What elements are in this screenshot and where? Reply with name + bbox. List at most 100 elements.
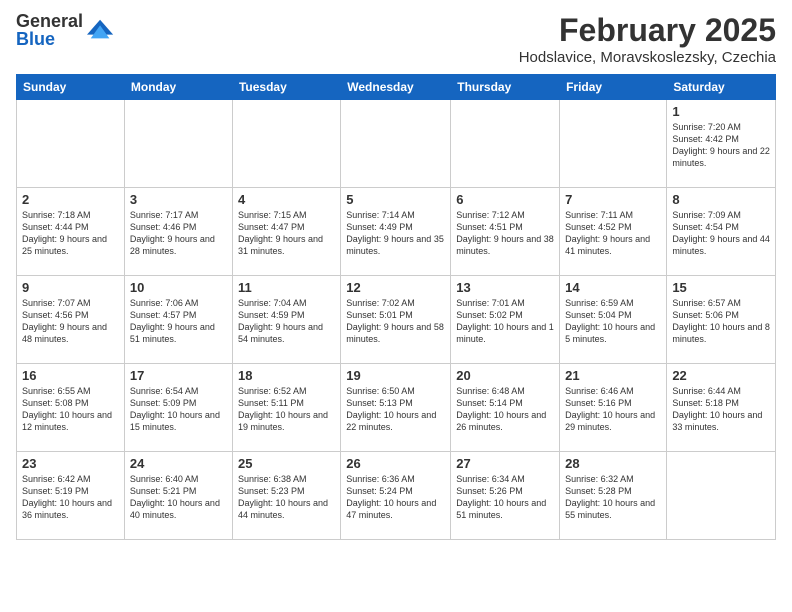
day-content: Sunrise: 6:46 AM Sunset: 5:16 PM Dayligh… bbox=[565, 385, 661, 434]
header: General Blue February 2025 Hodslavice, M… bbox=[16, 12, 776, 66]
table-row: 5 Sunrise: 7:14 AM Sunset: 4:49 PM Daylig… bbox=[341, 188, 451, 276]
day-number: 19 bbox=[346, 368, 445, 383]
logo: General Blue bbox=[16, 12, 115, 48]
day-content: Sunrise: 6:34 AM Sunset: 5:26 PM Dayligh… bbox=[456, 473, 554, 522]
day-content: Sunrise: 6:42 AM Sunset: 5:19 PM Dayligh… bbox=[22, 473, 119, 522]
day-content: Sunrise: 6:57 AM Sunset: 5:06 PM Dayligh… bbox=[672, 297, 770, 346]
day-number: 1 bbox=[672, 104, 770, 119]
table-row: 1 Sunrise: 7:20 AM Sunset: 4:42 PM Daylig… bbox=[667, 100, 776, 188]
calendar-week-row: 1 Sunrise: 7:20 AM Sunset: 4:42 PM Daylig… bbox=[17, 100, 776, 188]
table-row: 23 Sunrise: 6:42 AM Sunset: 5:19 PM Dayli… bbox=[17, 452, 125, 540]
logo-blue: Blue bbox=[16, 30, 83, 48]
calendar-body: 1 Sunrise: 7:20 AM Sunset: 4:42 PM Daylig… bbox=[17, 100, 776, 540]
day-number: 24 bbox=[130, 456, 227, 471]
day-content: Sunrise: 7:04 AM Sunset: 4:59 PM Dayligh… bbox=[238, 297, 335, 346]
header-wednesday: Wednesday bbox=[341, 75, 451, 100]
day-content: Sunrise: 7:17 AM Sunset: 4:46 PM Dayligh… bbox=[130, 209, 227, 258]
day-number: 10 bbox=[130, 280, 227, 295]
table-row: 28Sunrise: 6:32 AM Sunset: 5:28 PM Dayli… bbox=[560, 452, 667, 540]
subtitle: Hodslavice, Moravskoslezsky, Czechia bbox=[519, 49, 776, 66]
day-content: Sunrise: 7:20 AM Sunset: 4:42 PM Dayligh… bbox=[672, 121, 770, 170]
day-number: 15 bbox=[672, 280, 770, 295]
calendar-header-row: Sunday Monday Tuesday Wednesday Thursday… bbox=[17, 75, 776, 100]
header-sunday: Sunday bbox=[17, 75, 125, 100]
day-content: Sunrise: 7:06 AM Sunset: 4:57 PM Dayligh… bbox=[130, 297, 227, 346]
day-content: Sunrise: 7:09 AM Sunset: 4:54 PM Dayligh… bbox=[672, 209, 770, 258]
day-content: Sunrise: 6:32 AM Sunset: 5:28 PM Dayligh… bbox=[565, 473, 661, 522]
day-number: 3 bbox=[130, 192, 227, 207]
table-row: 13Sunrise: 7:01 AM Sunset: 5:02 PM Dayli… bbox=[451, 276, 560, 364]
day-content: Sunrise: 6:55 AM Sunset: 5:08 PM Dayligh… bbox=[22, 385, 119, 434]
calendar-week-row: 2Sunrise: 7:18 AM Sunset: 4:44 PM Daylig… bbox=[17, 188, 776, 276]
table-row: 10 Sunrise: 7:06 AM Sunset: 4:57 PM Dayli… bbox=[124, 276, 232, 364]
day-number: 5 bbox=[346, 192, 445, 207]
table-row: 4Sunrise: 7:15 AM Sunset: 4:47 PM Daylig… bbox=[232, 188, 340, 276]
day-content: Sunrise: 6:40 AM Sunset: 5:21 PM Dayligh… bbox=[130, 473, 227, 522]
day-number: 9 bbox=[22, 280, 119, 295]
day-number: 8 bbox=[672, 192, 770, 207]
table-row bbox=[341, 100, 451, 188]
day-content: Sunrise: 6:50 AM Sunset: 5:13 PM Dayligh… bbox=[346, 385, 445, 434]
table-row: 22Sunrise: 6:44 AM Sunset: 5:18 PM Dayli… bbox=[667, 364, 776, 452]
day-number: 13 bbox=[456, 280, 554, 295]
day-number: 14 bbox=[565, 280, 661, 295]
day-number: 21 bbox=[565, 368, 661, 383]
day-number: 7 bbox=[565, 192, 661, 207]
day-content: Sunrise: 7:12 AM Sunset: 4:51 PM Dayligh… bbox=[456, 209, 554, 258]
logo-icon bbox=[87, 16, 115, 44]
day-number: 16 bbox=[22, 368, 119, 383]
day-content: Sunrise: 6:48 AM Sunset: 5:14 PM Dayligh… bbox=[456, 385, 554, 434]
day-number: 17 bbox=[130, 368, 227, 383]
table-row: 16 Sunrise: 6:55 AM Sunset: 5:08 PM Dayli… bbox=[17, 364, 125, 452]
table-row: 18 Sunrise: 6:52 AM Sunset: 5:11 PM Dayli… bbox=[232, 364, 340, 452]
day-number: 26 bbox=[346, 456, 445, 471]
day-number: 18 bbox=[238, 368, 335, 383]
day-content: Sunrise: 6:38 AM Sunset: 5:23 PM Dayligh… bbox=[238, 473, 335, 522]
day-number: 22 bbox=[672, 368, 770, 383]
table-row: 2Sunrise: 7:18 AM Sunset: 4:44 PM Daylig… bbox=[17, 188, 125, 276]
day-content: Sunrise: 7:11 AM Sunset: 4:52 PM Dayligh… bbox=[565, 209, 661, 258]
day-number: 27 bbox=[456, 456, 554, 471]
table-row: 26 Sunrise: 6:36 AM Sunset: 5:24 PM Dayli… bbox=[341, 452, 451, 540]
table-row: 9Sunrise: 7:07 AM Sunset: 4:56 PM Daylig… bbox=[17, 276, 125, 364]
table-row bbox=[667, 452, 776, 540]
title-section: February 2025 Hodslavice, Moravskoslezsk… bbox=[519, 12, 776, 66]
table-row: 14 Sunrise: 6:59 AM Sunset: 5:04 PM Dayli… bbox=[560, 276, 667, 364]
table-row: 25 Sunrise: 6:38 AM Sunset: 5:23 PM Dayli… bbox=[232, 452, 340, 540]
table-row bbox=[232, 100, 340, 188]
table-row: 19 Sunrise: 6:50 AM Sunset: 5:13 PM Dayli… bbox=[341, 364, 451, 452]
table-row bbox=[451, 100, 560, 188]
table-row: 6 Sunrise: 7:12 AM Sunset: 4:51 PM Daylig… bbox=[451, 188, 560, 276]
logo-general: General bbox=[16, 12, 83, 30]
header-thursday: Thursday bbox=[451, 75, 560, 100]
table-row: 17Sunrise: 6:54 AM Sunset: 5:09 PM Dayli… bbox=[124, 364, 232, 452]
logo-text: General Blue bbox=[16, 12, 83, 48]
day-content: Sunrise: 7:14 AM Sunset: 4:49 PM Dayligh… bbox=[346, 209, 445, 258]
table-row: 20Sunrise: 6:48 AM Sunset: 5:14 PM Dayli… bbox=[451, 364, 560, 452]
day-number: 6 bbox=[456, 192, 554, 207]
header-friday: Friday bbox=[560, 75, 667, 100]
day-content: Sunrise: 6:52 AM Sunset: 5:11 PM Dayligh… bbox=[238, 385, 335, 434]
day-content: Sunrise: 6:59 AM Sunset: 5:04 PM Dayligh… bbox=[565, 297, 661, 346]
calendar-week-row: 9Sunrise: 7:07 AM Sunset: 4:56 PM Daylig… bbox=[17, 276, 776, 364]
day-number: 23 bbox=[22, 456, 119, 471]
header-saturday: Saturday bbox=[667, 75, 776, 100]
day-content: Sunrise: 7:02 AM Sunset: 5:01 PM Dayligh… bbox=[346, 297, 445, 346]
header-monday: Monday bbox=[124, 75, 232, 100]
table-row: 3 Sunrise: 7:17 AM Sunset: 4:46 PM Daylig… bbox=[124, 188, 232, 276]
header-tuesday: Tuesday bbox=[232, 75, 340, 100]
day-content: Sunrise: 7:15 AM Sunset: 4:47 PM Dayligh… bbox=[238, 209, 335, 258]
table-row: 7 Sunrise: 7:11 AM Sunset: 4:52 PM Daylig… bbox=[560, 188, 667, 276]
table-row: 11 Sunrise: 7:04 AM Sunset: 4:59 PM Dayli… bbox=[232, 276, 340, 364]
day-content: Sunrise: 6:36 AM Sunset: 5:24 PM Dayligh… bbox=[346, 473, 445, 522]
day-number: 11 bbox=[238, 280, 335, 295]
table-row: 27 Sunrise: 6:34 AM Sunset: 5:26 PM Dayli… bbox=[451, 452, 560, 540]
table-row bbox=[560, 100, 667, 188]
day-number: 12 bbox=[346, 280, 445, 295]
day-number: 25 bbox=[238, 456, 335, 471]
table-row bbox=[17, 100, 125, 188]
table-row: 21 Sunrise: 6:46 AM Sunset: 5:16 PM Dayli… bbox=[560, 364, 667, 452]
calendar-week-row: 23 Sunrise: 6:42 AM Sunset: 5:19 PM Dayli… bbox=[17, 452, 776, 540]
page: General Blue February 2025 Hodslavice, M… bbox=[0, 0, 792, 612]
day-content: Sunrise: 7:18 AM Sunset: 4:44 PM Dayligh… bbox=[22, 209, 119, 258]
